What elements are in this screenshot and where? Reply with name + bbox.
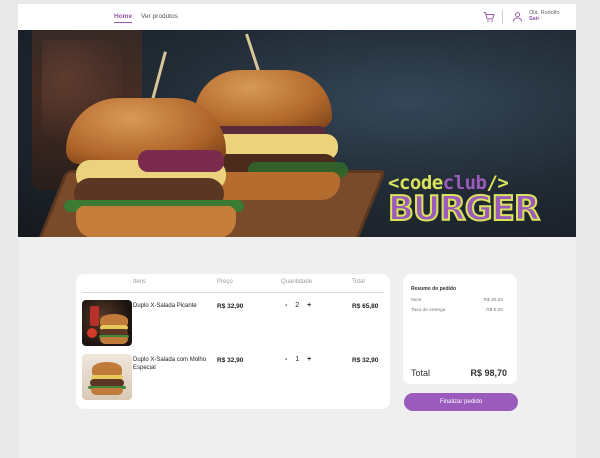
decrease-button[interactable]: - xyxy=(285,302,287,309)
nav-products-link[interactable]: Ver produtos xyxy=(141,13,178,20)
brand-logo: <codeclub/> BURGER xyxy=(387,172,568,229)
toothpick xyxy=(151,51,167,101)
toothpick xyxy=(245,33,261,75)
user-icon xyxy=(512,12,523,22)
hero-banner: <codeclub/> BURGER xyxy=(18,30,576,237)
decrease-button[interactable]: - xyxy=(285,356,287,363)
summary-items-value: R$ 30,00 xyxy=(483,298,503,303)
quantity-value: 2 xyxy=(295,302,300,309)
header-items: Itens xyxy=(133,279,147,285)
increase-button[interactable]: + xyxy=(307,356,311,363)
summary-fee-value: R$ 5,00 xyxy=(486,308,503,313)
order-summary: Resumo do pedido Itens R$ 30,00 Taxa de … xyxy=(403,274,517,384)
cart-row: Duplo X-Salada Picante R$ 32,90 - 2 + R$… xyxy=(76,298,390,348)
product-thumbnail xyxy=(82,354,132,400)
header-total: Total xyxy=(352,279,365,285)
nav-home-link[interactable]: Home xyxy=(114,13,133,23)
row-total: R$ 32,90 xyxy=(352,357,379,364)
summary-total-label: Total xyxy=(411,368,431,378)
summary-total-row: Total R$ 98,70 xyxy=(411,368,507,378)
header-divider xyxy=(82,292,384,293)
product-price: R$ 32,90 xyxy=(217,303,244,310)
cart-icon[interactable] xyxy=(483,11,495,23)
page: Home Ver produtos Olá, Rodolfo Sair <cod… xyxy=(18,4,576,458)
cart-row: Duplo X-Salada com Molho Especial R$ 32,… xyxy=(76,352,390,402)
summary-title: Resumo do pedido xyxy=(411,286,456,292)
quantity-stepper: - 1 + xyxy=(285,356,311,363)
summary-items-label: Itens xyxy=(411,298,422,303)
increase-button[interactable]: + xyxy=(307,302,311,309)
brand-logo-bottom: BURGER xyxy=(387,189,541,229)
header-price: Preço xyxy=(217,279,233,285)
product-name: Duplo X-Salada Picante xyxy=(133,303,197,309)
summary-fee-row: Taxa de entrega R$ 5,00 xyxy=(411,308,503,313)
product-name: Duplo X-Salada com Molho Especial xyxy=(133,357,207,372)
product-price: R$ 32,90 xyxy=(217,357,244,364)
row-total: R$ 65,80 xyxy=(352,303,379,310)
top-navbar: Home Ver produtos Olá, Rodolfo Sair xyxy=(18,4,576,30)
logout-link[interactable]: Sair xyxy=(529,16,539,22)
cart-table: Itens Preço Quantidade Total Duplo X-Sal… xyxy=(76,274,390,409)
summary-items-row: Itens R$ 30,00 xyxy=(411,298,503,303)
summary-total-value: R$ 98,70 xyxy=(470,368,507,378)
summary-fee-label: Taxa de entrega xyxy=(411,308,446,313)
finish-order-button[interactable]: Finalizar pedido xyxy=(404,393,518,411)
quantity-value: 1 xyxy=(295,356,300,363)
header-quantity: Quantidade xyxy=(281,279,313,285)
product-thumbnail xyxy=(82,300,132,346)
quantity-stepper: - 2 + xyxy=(285,302,311,309)
header-divider xyxy=(502,10,503,24)
